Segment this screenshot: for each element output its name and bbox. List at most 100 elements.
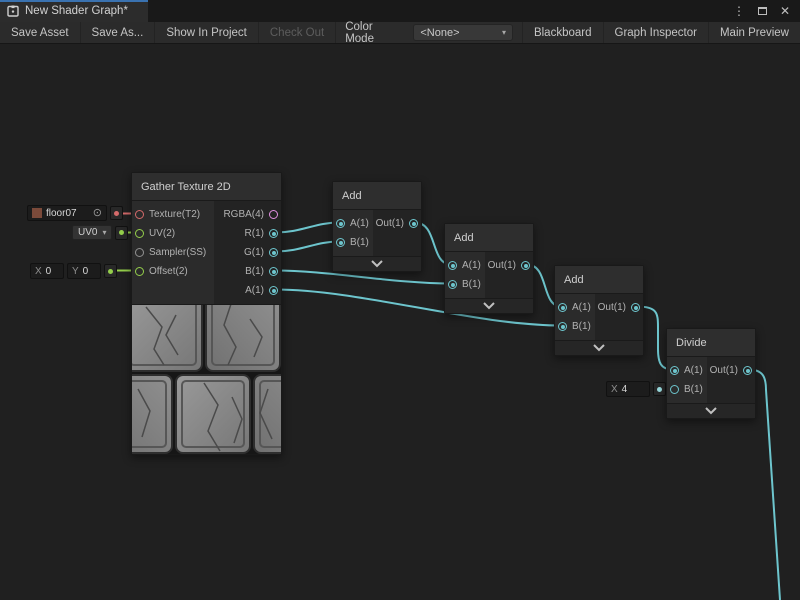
node-add-3[interactable]: Add A(1) B(1) Out(1) bbox=[554, 265, 644, 356]
wire-g-to-add1-b[interactable] bbox=[275, 242, 339, 252]
collapse-toggle[interactable] bbox=[667, 403, 755, 418]
graph-inspector-button[interactable]: Graph Inspector bbox=[603, 22, 708, 43]
port-row: B(1) bbox=[555, 317, 595, 336]
node-add-1[interactable]: Add A(1) B(1) Out(1) bbox=[332, 181, 422, 272]
object-picker-icon[interactable]: ⊙ bbox=[93, 208, 102, 219]
port-texture-input[interactable] bbox=[135, 210, 144, 219]
port-label: A(1) bbox=[462, 260, 481, 271]
port-out-output[interactable] bbox=[743, 366, 752, 375]
port-label: G(1) bbox=[244, 247, 264, 258]
blackboard-button[interactable]: Blackboard bbox=[522, 22, 603, 43]
toolbar-right: Color Mode <None> ▾ Blackboard Graph Ins… bbox=[336, 22, 800, 43]
port-a-input[interactable] bbox=[448, 261, 457, 270]
save-as-button[interactable]: Save As... bbox=[81, 22, 156, 43]
chevron-down-icon bbox=[704, 407, 718, 415]
texture-object-field[interactable]: floor07 ⊙ bbox=[27, 205, 107, 221]
collapse-toggle[interactable] bbox=[333, 256, 421, 271]
shader-graph-window: New Shader Graph* ⋮ ✕ Save Asset Save As… bbox=[0, 0, 800, 600]
port-label: B(1) bbox=[572, 321, 591, 332]
port-row: RGBA(4) bbox=[214, 205, 281, 224]
texture-preview bbox=[132, 304, 281, 454]
offset-x-field[interactable]: X 0 bbox=[30, 263, 64, 279]
node-title: Add bbox=[564, 274, 584, 286]
show-in-project-button[interactable]: Show In Project bbox=[155, 22, 259, 43]
port-row: B(1) bbox=[333, 233, 373, 252]
port-b-input[interactable] bbox=[336, 238, 345, 247]
port-label: A(1) bbox=[572, 302, 591, 313]
chevron-down-icon bbox=[592, 344, 606, 352]
port-sampler-input[interactable] bbox=[135, 248, 144, 257]
collapse-toggle[interactable] bbox=[445, 298, 533, 313]
port-b-output[interactable] bbox=[269, 267, 278, 276]
node-header[interactable]: Add bbox=[333, 182, 421, 210]
node-header[interactable]: Gather Texture 2D bbox=[132, 173, 281, 201]
port-out-output[interactable] bbox=[409, 219, 418, 228]
node-header[interactable]: Divide bbox=[667, 329, 755, 357]
node-add-2[interactable]: Add A(1) B(1) Out(1) bbox=[444, 223, 534, 314]
collapse-toggle[interactable] bbox=[555, 340, 643, 355]
port-out-output[interactable] bbox=[521, 261, 530, 270]
offset-input-widget: X 0 Y 0 bbox=[30, 263, 117, 279]
node-title: Add bbox=[342, 190, 362, 202]
node-divide[interactable]: Divide A(1) B(1) Out(1) bbox=[666, 328, 756, 419]
port-row: A(1) bbox=[333, 214, 373, 233]
port-label: B(1) bbox=[684, 384, 703, 395]
texture-port-stub[interactable] bbox=[110, 206, 123, 220]
port-uv-input[interactable] bbox=[135, 229, 144, 238]
port-row: Offset(2) bbox=[132, 262, 214, 281]
wire-b-to-add2-b[interactable] bbox=[275, 271, 451, 284]
wire-r-to-add1-a[interactable] bbox=[275, 223, 339, 233]
port-a-output[interactable] bbox=[269, 286, 278, 295]
port-a-input[interactable] bbox=[670, 366, 679, 375]
divide-b-value: 4 bbox=[622, 384, 628, 395]
graph-canvas[interactable]: floor07 ⊙ UV0 ▾ X 0 Y 0 bbox=[0, 44, 800, 600]
window-controls: ⋮ ✕ bbox=[733, 0, 800, 22]
node-header[interactable]: Add bbox=[445, 224, 533, 252]
port-label: B(1) bbox=[350, 237, 369, 248]
color-mode-value: <None> bbox=[420, 27, 459, 39]
port-offset-input[interactable] bbox=[135, 267, 144, 276]
port-b-input[interactable] bbox=[558, 322, 567, 331]
port-label: Out(1) bbox=[376, 218, 404, 229]
port-rgba-output[interactable] bbox=[269, 210, 278, 219]
divide-b-widget: X 4 bbox=[606, 381, 666, 397]
window-menu-icon[interactable]: ⋮ bbox=[733, 5, 745, 17]
offset-x-value: 0 bbox=[46, 266, 52, 277]
input-ports: Texture(T2) UV(2) Sampler(SS) Offset(2) bbox=[132, 201, 214, 304]
port-row: UV(2) bbox=[132, 224, 214, 243]
port-b-input[interactable] bbox=[448, 280, 457, 289]
x-label: X bbox=[35, 266, 42, 277]
shader-graph-icon bbox=[7, 5, 19, 17]
main-preview-button[interactable]: Main Preview bbox=[708, 22, 800, 43]
port-g-output[interactable] bbox=[269, 248, 278, 257]
uv-channel-dropdown[interactable]: UV0 ▾ bbox=[72, 225, 112, 240]
port-a-input[interactable] bbox=[336, 219, 345, 228]
node-title: Add bbox=[454, 232, 474, 244]
close-icon[interactable]: ✕ bbox=[780, 5, 790, 17]
port-out-output[interactable] bbox=[631, 303, 640, 312]
save-asset-button[interactable]: Save Asset bbox=[0, 22, 81, 43]
port-label: Out(1) bbox=[710, 365, 738, 376]
titlebar: New Shader Graph* ⋮ ✕ bbox=[0, 0, 800, 22]
port-row: B(1) bbox=[445, 275, 485, 294]
port-row: A(1) bbox=[214, 281, 281, 300]
maximize-icon[interactable] bbox=[758, 7, 767, 15]
tab-title: New Shader Graph* bbox=[25, 5, 128, 17]
port-label: Texture(T2) bbox=[149, 209, 200, 220]
divide-b-field[interactable]: X 4 bbox=[606, 381, 650, 397]
port-row: Out(1) bbox=[485, 256, 533, 275]
toolbar: Save Asset Save As... Show In Project Ch… bbox=[0, 22, 800, 44]
port-b-input[interactable] bbox=[670, 385, 679, 394]
offset-y-field[interactable]: Y 0 bbox=[67, 263, 101, 279]
uv-port-stub[interactable] bbox=[115, 226, 128, 240]
tab-new-shader-graph[interactable]: New Shader Graph* bbox=[0, 0, 148, 22]
offset-port-stub[interactable] bbox=[104, 264, 117, 278]
color-mode-dropdown[interactable]: <None> ▾ bbox=[413, 24, 513, 41]
node-header[interactable]: Add bbox=[555, 266, 643, 294]
port-r-output[interactable] bbox=[269, 229, 278, 238]
port-a-input[interactable] bbox=[558, 303, 567, 312]
divide-b-port-stub[interactable] bbox=[653, 382, 666, 396]
color-mode-label: Color Mode bbox=[336, 22, 413, 43]
chevron-down-icon bbox=[482, 302, 496, 310]
node-gather-texture-2d[interactable]: Gather Texture 2D Texture(T2) UV(2) Samp… bbox=[131, 172, 282, 455]
